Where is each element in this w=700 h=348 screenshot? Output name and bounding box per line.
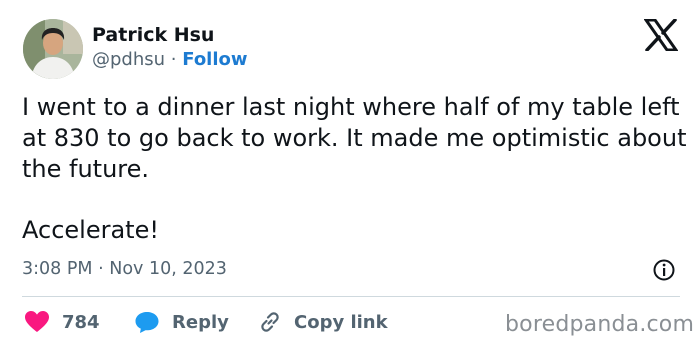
timestamp-separator: · (98, 259, 104, 279)
divider (22, 296, 680, 297)
like-count: 784 (62, 311, 100, 333)
author-handle[interactable]: @pdhsu (92, 49, 165, 70)
copy-link-label: Copy link (294, 311, 388, 333)
separator: · (170, 49, 177, 70)
info-icon[interactable] (652, 258, 676, 282)
post-time: 3:08 PM (22, 259, 93, 279)
reply-icon (135, 312, 159, 333)
follow-button[interactable]: Follow (182, 49, 247, 70)
reply-label: Reply (172, 311, 229, 333)
post-text: I went to a dinner last night where half… (22, 93, 687, 183)
profile-photo (23, 19, 83, 79)
copy-link-button[interactable]: Copy link (258, 309, 388, 335)
avatar[interactable] (23, 19, 83, 79)
post-timestamp[interactable]: 3:08 PM · Nov 10, 2023 (22, 257, 227, 281)
post-closing-text: Accelerate! (22, 216, 159, 244)
link-icon (261, 312, 279, 332)
heart-icon (25, 311, 49, 332)
reply-button[interactable]: Reply (134, 309, 229, 335)
x-logo-icon[interactable] (644, 19, 678, 51)
author-handle-row: @pdhsu · Follow (92, 48, 248, 72)
author-name[interactable]: Patrick Hsu (92, 23, 214, 47)
watermark: boredpanda.com (505, 312, 695, 337)
post-date: Nov 10, 2023 (109, 259, 227, 279)
like-button[interactable]: 784 (24, 309, 100, 335)
